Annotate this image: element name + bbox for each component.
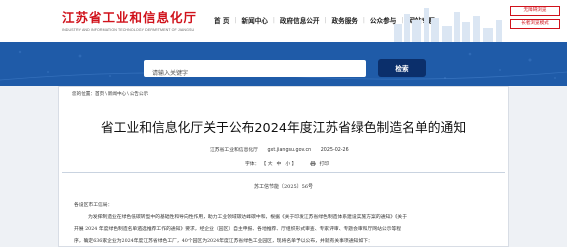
print-button[interactable]: 打印	[319, 160, 329, 167]
article-tools: 字体： 【 大 中 小 】 打印	[245, 160, 329, 167]
search-box	[144, 60, 366, 82]
article-divider	[62, 172, 505, 173]
accessibility-links: 无障碍浏览 长者浏览模式	[510, 6, 560, 32]
salutation: 各设区市工信局：	[74, 203, 113, 208]
breadcrumb-separator: \	[105, 92, 107, 97]
nav-news-center[interactable]: 新闻中心	[242, 15, 268, 25]
accessibility-mode-link[interactable]: 无障碍浏览	[510, 6, 560, 16]
font-medium-button[interactable]: 中	[277, 160, 282, 167]
article-site: gxt.jiangsu.gov.cn	[267, 148, 312, 153]
article-date: 2025-02-26	[320, 148, 349, 153]
breadcrumb-prefix: 您的位置：	[72, 92, 95, 97]
article-title: 省工业和信息化厅关于公布2024年度江苏省绿色制造名单的通知	[100, 121, 467, 136]
logo-subtitle: INDUSTRY AND INFORMATION TECHNOLOGY DEPA…	[62, 28, 195, 32]
breadcrumb-separator: \	[127, 92, 129, 97]
nav-home[interactable]: 首 页	[214, 15, 229, 25]
logo-title: 江苏省工业和信息化厅	[62, 10, 198, 25]
print-icon[interactable]	[310, 161, 317, 166]
city-skyline-illustration	[394, 8, 502, 42]
font-large-button[interactable]: 【 大	[261, 160, 272, 167]
nav-separator: |	[234, 16, 237, 24]
nav-separator: |	[272, 16, 275, 24]
nav-separator: |	[362, 16, 365, 24]
body-paragraph: 序，确定636家企业为2024年度江苏省绿色工厂，40个园区为2024年度江苏省…	[74, 239, 373, 244]
article-source: 江苏省工业和信息化厅	[210, 148, 258, 153]
elderly-mode-link[interactable]: 长者浏览模式	[510, 19, 560, 29]
article-meta: 江苏省工业和信息化厅 gxt.jiangsu.gov.cn 2025-02-26	[210, 146, 357, 153]
font-size-label: 字体：	[245, 162, 260, 167]
site-header: 江苏省工业和信息化厅 INDUSTRY AND INFORMATION TECH…	[0, 0, 567, 42]
breadcrumb-home[interactable]: 首页	[95, 92, 104, 97]
nav-separator: |	[324, 16, 327, 24]
search-banner: 检索	[0, 42, 567, 86]
nav-services[interactable]: 政务服务	[332, 15, 358, 25]
body-paragraph: 开展 2024 年度绿色制造名单遴选推荐工作的通知》要求，经企业（园区）自主申报…	[74, 227, 402, 232]
font-small-button[interactable]: 小 】	[285, 160, 296, 167]
body-paragraph: 为发挥制造业在绿色低碳转型中的基础性和导向性作用，助力工业领域碳达峰碳中和，根据…	[88, 215, 407, 220]
site-logo[interactable]: 江苏省工业和信息化厅 INDUSTRY AND INFORMATION TECH…	[62, 7, 197, 32]
nav-gov-info[interactable]: 政府信息公开	[280, 15, 320, 25]
search-input[interactable]	[144, 65, 366, 82]
breadcrumb: 您的位置：首页\新闻中心\公告公示	[72, 91, 148, 97]
breadcrumb-announcements[interactable]: 公告公示	[130, 92, 148, 97]
breadcrumb-news-center[interactable]: 新闻中心	[108, 92, 126, 97]
search-button[interactable]: 检索	[378, 59, 426, 77]
document-number: 苏工信节能〔2025〕56号	[253, 184, 314, 190]
